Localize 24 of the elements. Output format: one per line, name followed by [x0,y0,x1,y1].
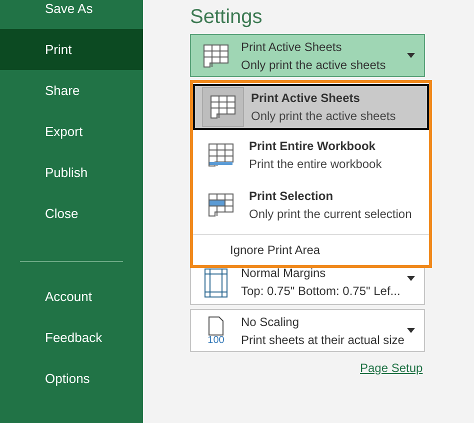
menu-option[interactable]: Print Entire Workbook Print the entire workbook [193,130,429,180]
caret-icon [407,276,415,281]
caret-icon [407,53,415,58]
menu-item[interactable]: Share [0,70,143,111]
page-setup-link[interactable]: Page Setup [360,361,423,375]
menu-item[interactable]: Publish [0,152,143,193]
section-title: Settings [190,6,262,29]
caret-icon [407,328,415,333]
menu-option[interactable]: Print Active Sheets Only print the active sheets [193,84,429,130]
margins-icon [204,268,228,298]
menu-item[interactable]: Export [0,111,143,152]
print-what-dropdown[interactable]: Print Active Sheets Only print the active sheets [190,34,425,77]
menu-item[interactable]: Print [0,29,143,70]
menu-option[interactable]: Print Selection Only print the current selection [193,180,429,230]
sheet-icon [209,94,237,120]
menu-item[interactable]: Options [0,358,143,399]
sheet-icon [202,42,230,68]
menu-item[interactable]: Account [0,276,143,317]
menu-item[interactable]: Save As [0,0,143,29]
menu-item[interactable]: Close [0,193,143,234]
scaling-dropdown[interactable]: 100 No Scaling Print sheets at their actual size [190,309,425,352]
sheet-icon [207,142,235,168]
menu-item[interactable]: Feedback [0,317,143,358]
sheet-icon [207,192,235,218]
